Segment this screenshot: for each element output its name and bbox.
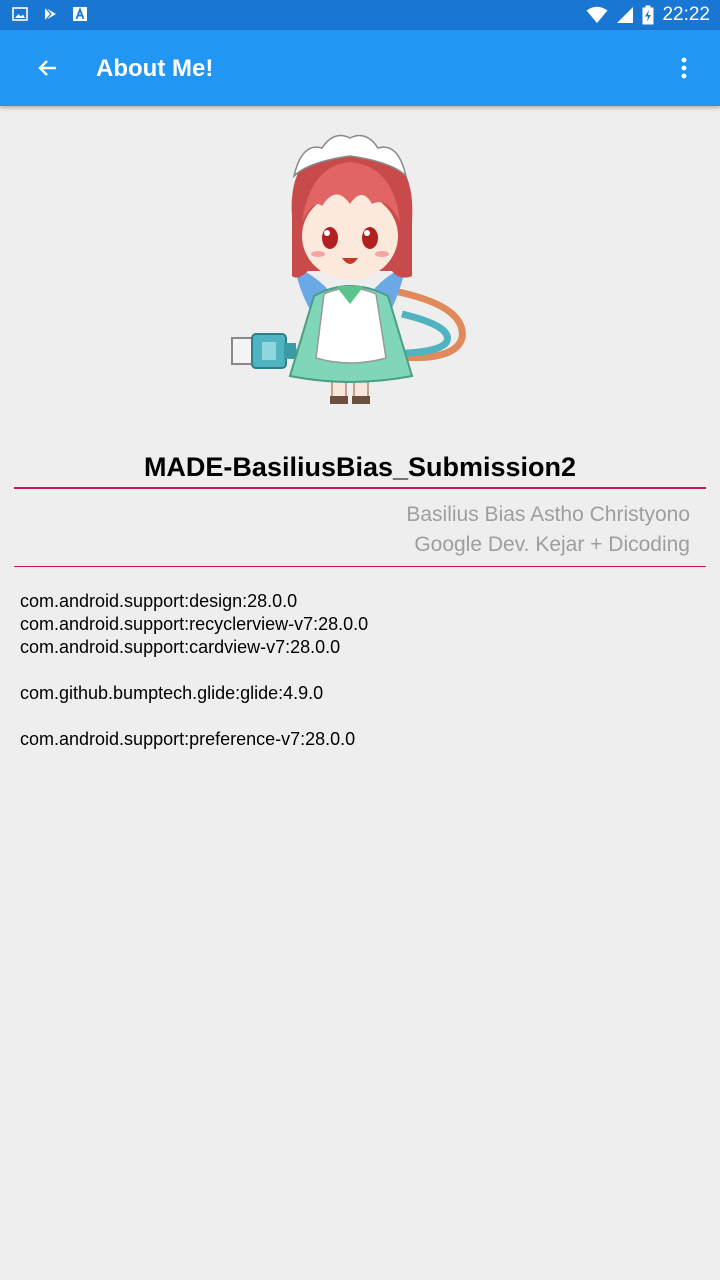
author-info: Basilius Bias Astho Christyono Google De… bbox=[406, 500, 690, 560]
profile-avatar bbox=[231, 134, 466, 404]
dependency-item: com.github.bumptech.glide:glide:4.9.0 bbox=[20, 683, 324, 703]
system-icons: 22:22 bbox=[586, 4, 710, 26]
dependencies-list: com.android.support:design:28.0.0 com.an… bbox=[20, 590, 368, 751]
page-title: About Me! bbox=[96, 55, 214, 82]
author-divider bbox=[14, 566, 706, 567]
arrow-back-icon bbox=[38, 60, 56, 76]
dependency-item: com.android.support:recyclerview-v7:28.0… bbox=[20, 614, 369, 634]
author-affiliation: Google Dev. Kejar + Dicoding bbox=[414, 533, 690, 556]
wifi-icon bbox=[586, 6, 608, 23]
signal-icon bbox=[617, 7, 634, 23]
battery-charging-icon bbox=[642, 5, 654, 25]
back-button[interactable] bbox=[22, 44, 74, 92]
play-store-icon bbox=[44, 7, 56, 21]
more-vert-icon bbox=[681, 57, 687, 79]
dependency-item: com.android.support:cardview-v7:28.0.0 bbox=[20, 637, 341, 657]
dependency-item: com.android.support:design:28.0.0 bbox=[20, 591, 298, 611]
overflow-menu-button[interactable] bbox=[672, 46, 696, 90]
image-icon bbox=[12, 7, 28, 21]
notification-icons bbox=[12, 6, 88, 22]
project-title: MADE-BasiliusBias_Submission2 bbox=[143, 452, 577, 482]
app-bar: About Me! bbox=[0, 30, 720, 106]
title-divider bbox=[14, 487, 706, 489]
status-bar: 22:22 bbox=[0, 0, 720, 30]
status-time: 22:22 bbox=[662, 4, 710, 25]
font-icon bbox=[73, 6, 87, 21]
dependency-item: com.android.support:preference-v7:28.0.0 bbox=[20, 729, 356, 749]
author-name: Basilius Bias Astho Christyono bbox=[406, 503, 690, 526]
